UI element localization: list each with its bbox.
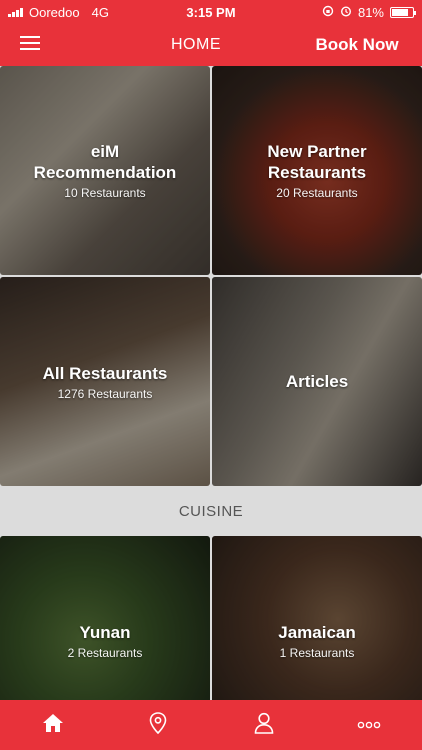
profile-icon: [254, 712, 274, 739]
status-time: 3:15 PM: [186, 4, 236, 20]
tab-location[interactable]: [128, 700, 188, 750]
battery-percent: 81%: [357, 4, 384, 20]
tile-eim-recommendation[interactable]: eiM Recommendation 10 Restaurants: [0, 66, 210, 275]
main-content: eiM Recommendation 10 Restaurants New Pa…: [0, 66, 422, 700]
tile-title: Jamaican: [278, 622, 356, 642]
battery-icon: [390, 6, 416, 18]
tile-title: Yunan: [79, 622, 131, 642]
tab-home[interactable]: [23, 700, 83, 750]
tile-all-restaurants[interactable]: All Restaurants 1276 Restaurants: [0, 277, 210, 486]
battery-fill: [392, 8, 409, 16]
tile-title: eiM Recommendation: [33, 142, 177, 182]
location-pin-icon: [149, 711, 167, 739]
cuisine-grid: Yunan 2 Restaurants Jamaican 1 Restauran…: [0, 536, 422, 700]
page-title: HOME: [171, 36, 221, 53]
tile-count: 2 Restaurants: [67, 645, 143, 660]
tile-count: 10 Restaurants: [64, 186, 146, 200]
tile-new-partner-restaurants[interactable]: New Partner Restaurants 20 Restaurants: [212, 66, 422, 275]
tile-count: 1276 Restaurants: [57, 386, 153, 401]
tab-more[interactable]: [339, 700, 399, 750]
tile-articles[interactable]: Articles: [212, 277, 422, 486]
book-now-button[interactable]: Book Now: [292, 35, 422, 55]
tile-overlay: [212, 536, 422, 700]
tile-count: 20 Restaurants: [276, 186, 358, 200]
alarm-icon: [340, 5, 352, 20]
status-bar: Ooredoo 4G 3:15 PM 81%: [0, 0, 422, 24]
tab-profile[interactable]: [234, 700, 294, 750]
rotation-lock-icon: [322, 5, 334, 20]
carrier-label: Ooredoo: [29, 4, 80, 20]
status-right: 81%: [274, 4, 416, 20]
status-left: Ooredoo 4G: [8, 5, 148, 20]
featured-grid: eiM Recommendation 10 Restaurants New Pa…: [0, 66, 422, 486]
tile-cuisine-yunan[interactable]: Yunan 2 Restaurants: [0, 536, 210, 700]
network-label: 4G: [91, 4, 109, 20]
bottom-tab-bar: [0, 700, 422, 750]
tile-title: Articles: [285, 372, 349, 391]
section-title-cuisine: CUISINE: [0, 486, 422, 536]
home-icon: [42, 713, 64, 738]
tile-title: New Partner Restaurants: [267, 142, 367, 182]
more-icon: [357, 716, 381, 734]
app-header: HOME Book Now: [0, 24, 422, 66]
hamburger-icon: [20, 35, 40, 56]
tile-cuisine-jamaican[interactable]: Jamaican 1 Restaurants: [212, 536, 422, 700]
tile-count: 1 Restaurants: [279, 645, 355, 660]
menu-button[interactable]: [0, 24, 60, 66]
tile-title: All Restaurants: [42, 363, 168, 383]
signal-icon: [8, 7, 23, 17]
tile-overlay: [0, 536, 210, 700]
